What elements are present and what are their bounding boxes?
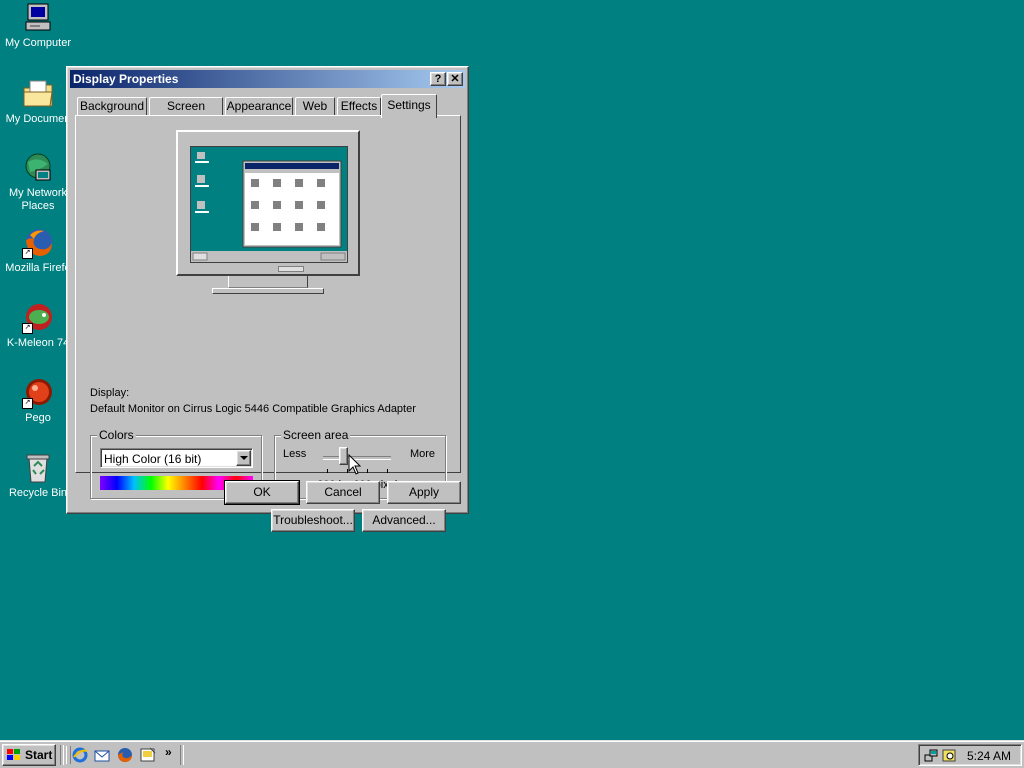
slider-tick: [387, 469, 388, 473]
quick-launch-chevron[interactable]: »: [165, 745, 172, 759]
network-tray-icon[interactable]: [923, 747, 939, 763]
start-label: Start: [25, 748, 53, 762]
monitor-power-button: [278, 266, 304, 272]
ok-button[interactable]: OK: [224, 480, 300, 505]
desktop-icon-my-computer[interactable]: My Computer: [0, 2, 76, 50]
desktop-icon-label: My Computer: [4, 37, 72, 49]
system-tray: 5:24 AM: [918, 744, 1022, 766]
button-label: OK: [253, 485, 271, 499]
tab-label: Settings: [387, 98, 431, 112]
desktop-preview-graphic: [191, 152, 347, 262]
desktop-icon-my-network-places[interactable]: My Network Places: [0, 152, 76, 213]
scheduler-tray-icon[interactable]: [941, 747, 957, 763]
desktop-icon-my-documents[interactable]: My Documen: [0, 78, 76, 126]
folder-icon: [22, 78, 54, 110]
taskbar-separator: [180, 745, 184, 765]
desktop-icon-label: My Network Places: [8, 187, 68, 212]
desktop-icon-label: Recycle Bin: [8, 487, 68, 499]
dialog-titlebar[interactable]: Display Properties ? ✕: [70, 70, 465, 88]
help-icon: ?: [434, 73, 442, 85]
kmeleon-icon: ↗: [22, 302, 54, 334]
slider-more-label: More: [409, 448, 435, 460]
button-label: Apply: [408, 485, 440, 499]
taskbar-separator: [60, 745, 64, 765]
cancel-button[interactable]: Cancel: [306, 481, 380, 504]
shortcut-arrow-icon: ↗: [22, 398, 33, 409]
outlook-icon[interactable]: [94, 747, 110, 763]
desktop-icon-k-meleon[interactable]: ↗ K-Meleon 74: [0, 302, 76, 350]
monitor-stand-neck: [228, 276, 308, 288]
ie-icon[interactable]: [72, 747, 88, 763]
tab-background[interactable]: Background: [77, 97, 147, 116]
colors-select[interactable]: High Color (16 bit): [100, 448, 253, 468]
firefox-icon[interactable]: [117, 747, 133, 763]
tab-label: Effects: [340, 99, 378, 113]
monitor-preview: [176, 130, 360, 276]
quick-launch-grip[interactable]: [66, 746, 71, 764]
button-label: Cancel: [324, 485, 362, 499]
recycle-bin-icon: [22, 452, 54, 484]
close-icon: ✕: [450, 73, 460, 85]
slider-tick: [367, 469, 368, 473]
tab-web[interactable]: Web: [295, 97, 335, 116]
apply-button[interactable]: Apply: [387, 481, 461, 504]
start-button[interactable]: Start: [2, 744, 56, 766]
dialog-title: Display Properties: [73, 72, 179, 86]
button-label: Advanced...: [372, 513, 436, 527]
tab-appearance[interactable]: Appearance: [225, 97, 293, 116]
display-adapter-text: Default Monitor on Cirrus Logic 5446 Com…: [90, 403, 416, 415]
pego-icon: ↗: [22, 377, 54, 409]
desktop-icon-mozilla-firefox[interactable]: ↗ Mozilla Firefo: [0, 227, 76, 275]
tab-label: Appearance: [226, 99, 292, 113]
slider-less-label: Less: [283, 448, 307, 460]
display-label: Display:: [90, 387, 130, 399]
tab-screen-saver[interactable]: Screen Saver: [149, 97, 223, 130]
firefox-icon: ↗: [22, 227, 54, 259]
slider-tick: [327, 469, 328, 473]
desktop-icon-label: Pego: [25, 412, 51, 424]
tab-effects[interactable]: Effects: [337, 97, 381, 116]
troubleshoot-button[interactable]: Troubleshoot...: [271, 509, 355, 532]
desktop-icon-label: My Documen: [5, 113, 71, 125]
taskbar: Start » 5:24 AM: [0, 740, 1024, 768]
button-label: Troubleshoot...: [273, 513, 353, 527]
monitor-stand-base: [212, 288, 324, 294]
shortcut-arrow-icon: ↗: [22, 323, 33, 334]
tab-settings[interactable]: Settings: [381, 94, 437, 118]
desktop-icon-pego[interactable]: ↗ Pego: [0, 377, 76, 425]
screen-area-legend: Screen area: [281, 428, 351, 442]
desktop-icon-recycle-bin[interactable]: Recycle Bin: [0, 452, 76, 500]
monitor-screen-preview: [190, 146, 348, 263]
computer-icon: [22, 2, 54, 34]
network-icon: [22, 152, 54, 184]
windows-logo-icon: [7, 749, 20, 760]
desktop-icon-label: K-Meleon 74: [6, 337, 70, 349]
shortcut-arrow-icon: ↗: [22, 248, 33, 259]
colors-select-value: High Color (16 bit): [104, 452, 202, 466]
display-properties-dialog: Display Properties ? ✕ Background Screen…: [66, 66, 469, 532]
colors-legend: Colors: [97, 428, 136, 442]
tab-label: Background: [79, 99, 145, 113]
desktop-icon-label: Mozilla Firefo: [5, 262, 71, 274]
mouse-cursor-icon: [348, 454, 362, 475]
close-button[interactable]: ✕: [447, 72, 463, 86]
desktop-icon[interactable]: [140, 747, 156, 763]
help-button[interactable]: ?: [430, 72, 446, 86]
tab-label: Web: [302, 99, 328, 113]
chevron-down-icon: [240, 456, 248, 460]
settings-tab-panel: Display: Default Monitor on Cirrus Logic…: [75, 115, 461, 532]
colors-dropdown-button[interactable]: [236, 450, 251, 466]
clock[interactable]: 5:24 AM: [967, 749, 1011, 763]
advanced-button[interactable]: Advanced...: [362, 509, 446, 532]
